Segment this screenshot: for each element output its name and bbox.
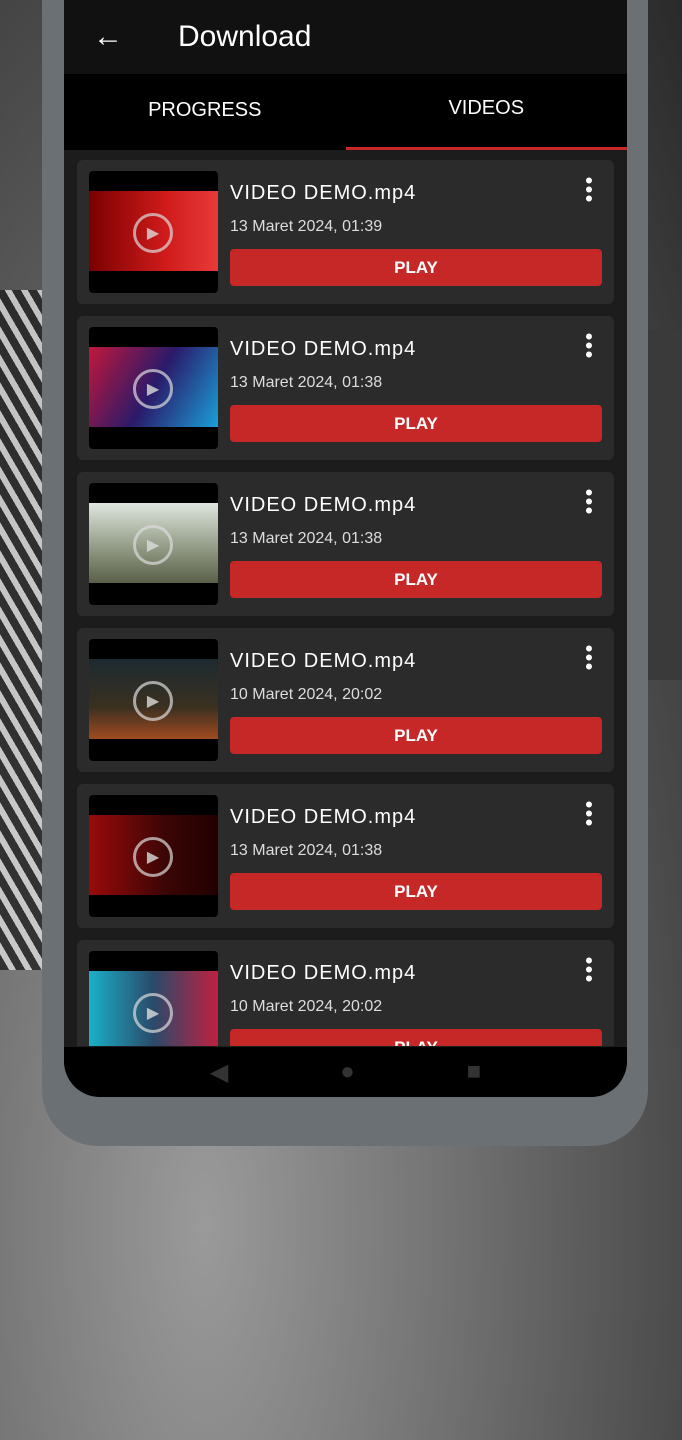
video-date: 13 Maret 2024, 01:38 [230, 842, 383, 859]
more-options-icon[interactable]: • • • [584, 170, 594, 210]
tab-bar: PROGRESS VIDEOS [64, 74, 627, 150]
more-options-icon[interactable]: • • • [584, 794, 594, 834]
video-card: ▶ VIDEO DEMO.mp4 13 Maret 2024, 01:38 • •… [77, 316, 614, 460]
video-date: 10 Maret 2024, 20:02 [230, 998, 383, 1015]
video-thumbnail[interactable]: ▶ [89, 327, 218, 449]
more-options-icon[interactable]: • • • [584, 482, 594, 522]
play-circle-icon[interactable]: ▶ [133, 837, 173, 877]
app-screen: ← Download PROGRESS VIDEOS ▶ VIDEO DEMO.… [64, 0, 627, 1097]
play-circle-icon[interactable]: ▶ [133, 681, 173, 721]
video-thumbnail[interactable]: ▶ [89, 171, 218, 293]
video-date: 13 Maret 2024, 01:38 [230, 374, 383, 391]
video-card: ▶ VIDEO DEMO.mp4 10 Maret 2024, 20:02 • •… [77, 940, 614, 1046]
play-circle-icon[interactable]: ▶ [133, 369, 173, 409]
video-date: 13 Maret 2024, 01:39 [230, 218, 383, 235]
tab-progress[interactable]: PROGRESS [64, 74, 346, 150]
play-button[interactable]: PLAY [230, 1029, 602, 1046]
play-circle-icon[interactable]: ▶ [133, 993, 173, 1033]
play-circle-icon[interactable]: ▶ [133, 213, 173, 253]
play-button[interactable]: PLAY [230, 873, 602, 910]
back-arrow-icon[interactable]: ← [64, 20, 152, 54]
video-thumbnail[interactable]: ▶ [89, 795, 218, 917]
video-thumbnail[interactable]: ▶ [89, 639, 218, 761]
video-card: ▶ VIDEO DEMO.mp4 13 Maret 2024, 01:38 • •… [77, 472, 614, 616]
more-options-icon[interactable]: • • • [584, 638, 594, 678]
nav-home-icon[interactable]: ● [340, 1058, 355, 1086]
video-date: 10 Maret 2024, 20:02 [230, 686, 383, 703]
video-name: VIDEO DEMO.mp4 [230, 650, 417, 672]
play-button[interactable]: PLAY [230, 561, 602, 598]
play-button[interactable]: PLAY [230, 717, 602, 754]
video-card: ▶ VIDEO DEMO.mp4 13 Maret 2024, 01:39 • •… [77, 160, 614, 304]
video-list[interactable]: ▶ VIDEO DEMO.mp4 13 Maret 2024, 01:39 • •… [77, 160, 614, 1046]
tab-videos[interactable]: VIDEOS [345, 74, 627, 150]
background-photo-right [642, 330, 682, 680]
play-button[interactable]: PLAY [230, 249, 602, 286]
more-options-icon[interactable]: • • • [584, 326, 594, 366]
video-name: VIDEO DEMO.mp4 [230, 806, 417, 828]
video-name: VIDEO DEMO.mp4 [230, 962, 417, 984]
play-button[interactable]: PLAY [230, 405, 602, 442]
video-card: ▶ VIDEO DEMO.mp4 13 Maret 2024, 01:38 • •… [77, 784, 614, 928]
video-date: 13 Maret 2024, 01:38 [230, 530, 383, 547]
system-nav-bar: ◀ ● ■ [64, 1047, 627, 1097]
play-circle-icon[interactable]: ▶ [133, 525, 173, 565]
nav-back-icon[interactable]: ◀ [210, 1058, 228, 1087]
video-name: VIDEO DEMO.mp4 [230, 494, 417, 516]
video-thumbnail[interactable]: ▶ [89, 951, 218, 1046]
app-bar: ← Download [64, 0, 627, 74]
video-name: VIDEO DEMO.mp4 [230, 182, 417, 204]
video-card: ▶ VIDEO DEMO.mp4 10 Maret 2024, 20:02 • •… [77, 628, 614, 772]
nav-recents-icon[interactable]: ■ [467, 1058, 482, 1086]
video-name: VIDEO DEMO.mp4 [230, 338, 417, 360]
more-options-icon[interactable]: • • • [584, 950, 594, 990]
video-thumbnail[interactable]: ▶ [89, 483, 218, 605]
page-title: Download [178, 20, 312, 53]
